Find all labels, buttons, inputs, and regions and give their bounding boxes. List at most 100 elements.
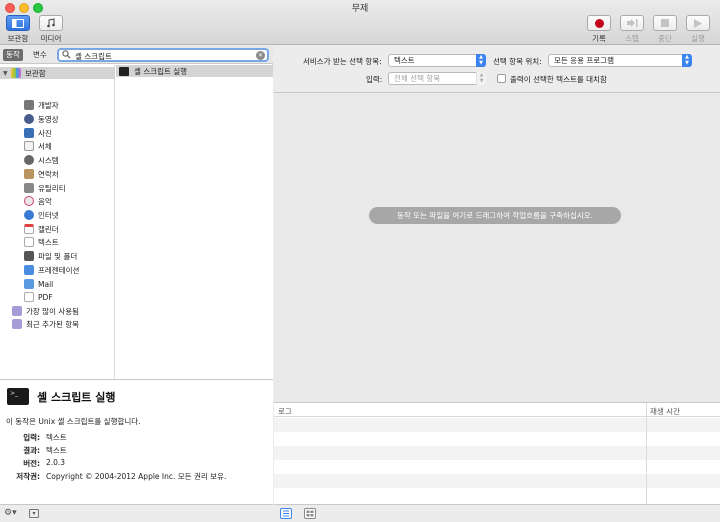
stop-icon — [653, 15, 677, 31]
workflow-area: 서비스가 받는 선택 항목: 텍스트 ▲ ▼ 선택 항목 위치: 모든 응용 프로… — [274, 46, 720, 522]
search-input[interactable]: 셸 스크립트 ✕ — [57, 48, 269, 62]
media-button[interactable]: 미디어 — [33, 15, 69, 44]
sidebar-item-label: 사진 — [38, 128, 52, 138]
action-description: >_ 셸 스크립트 실행 이 동작은 Unix 셸 스크립트를 실행합니다. 입… — [0, 379, 273, 504]
sidebar-item-utilities[interactable]: 유틸리티 — [24, 182, 66, 194]
sidebar-item-developer[interactable]: 개발자 — [24, 99, 59, 111]
workflow-canvas[interactable]: 동작 또는 파일을 여기로 드래그하여 작업흐름을 구축하십시오. — [274, 94, 720, 402]
pdf-icon — [24, 292, 34, 302]
search-value: 셸 스크립트 — [75, 52, 112, 61]
smart-group-label: 최근 추가된 항목 — [26, 319, 80, 329]
step-button[interactable]: 스텝 — [614, 15, 650, 44]
step-label: 스텝 — [625, 34, 639, 43]
terminal-icon: >_ — [7, 388, 29, 405]
service-receives-label: 서비스가 받는 선택 항목: — [303, 57, 382, 66]
description-summary: 이 동작은 Unix 셸 스크립트를 실행합니다. — [6, 417, 141, 426]
run-label: 실행 — [691, 34, 705, 43]
search-bar: 동작 변수 셸 스크립트 ✕ — [0, 46, 273, 64]
sidebar-item-movies[interactable]: 동영상 — [24, 113, 59, 125]
calendar-icon — [24, 224, 34, 234]
input-scope-select[interactable]: 전체 선택 항목 ▲ ▼ — [388, 72, 486, 85]
log-row — [274, 460, 720, 474]
log-header: 로그 재생 시간 — [274, 403, 720, 417]
variables-view-icon[interactable] — [304, 508, 316, 519]
description-result-row: 결과: 텍스트 — [23, 446, 67, 455]
photo-icon — [24, 128, 34, 138]
stop-label: 중단 — [658, 34, 672, 43]
description-toggle-icon[interactable]: ▾ — [29, 509, 39, 518]
window-title: 무제 — [351, 4, 369, 14]
tools-icon — [24, 100, 34, 110]
disclosure-triangle-icon[interactable]: ▼ — [3, 70, 10, 77]
clear-search-icon[interactable]: ✕ — [256, 51, 265, 60]
sidebar-item-contacts[interactable]: 연락처 — [24, 168, 59, 180]
chevron-updown-icon: ▲ ▼ — [476, 54, 486, 67]
media-label: 미디어 — [40, 34, 62, 43]
log-row — [274, 474, 720, 488]
step-icon — [620, 15, 644, 31]
tab-actions[interactable]: 동작 — [3, 49, 23, 61]
smart-group-label: 가장 많이 사용됨 — [26, 306, 80, 316]
log-pane: 로그 재생 시간 — [274, 402, 720, 505]
sidebar-item-label: 캘린더 — [38, 224, 59, 234]
play-icon — [686, 15, 710, 31]
sidebar-item-system[interactable]: 시스템 — [24, 154, 59, 166]
column-divider[interactable] — [646, 403, 647, 505]
library-toggle-button[interactable]: 보관함 — [0, 15, 36, 44]
stop-button[interactable]: 중단 — [647, 15, 683, 44]
log-column-header[interactable]: 로그 — [278, 406, 292, 417]
sidebar-item-text[interactable]: 텍스트 — [24, 236, 59, 248]
gear-menu-icon[interactable]: ⚙▾ — [4, 508, 17, 518]
smart-folder-icon — [12, 306, 22, 316]
input-label: 입력: — [366, 75, 383, 84]
sidebar-item-label: 파일 및 폴더 — [38, 251, 78, 261]
sidebar-item-label: 인터넷 — [38, 210, 59, 220]
sidebar-item-music[interactable]: 음악 — [24, 195, 52, 207]
smart-group-recently-added[interactable]: 최근 추가된 항목 — [12, 318, 79, 330]
sidebar-item-label: Mail — [38, 279, 54, 289]
service-options-bar: 서비스가 받는 선택 항목: 텍스트 ▲ ▼ 선택 항목 위치: 모든 응용 프로… — [274, 46, 720, 93]
sidebar-icon — [6, 15, 30, 31]
log-row — [274, 488, 720, 502]
sidebar-item-label: 프레젠테이션 — [38, 265, 80, 275]
gear-icon — [24, 155, 34, 165]
duration-column-header[interactable]: 재생 시간 — [650, 406, 680, 417]
smart-folder-icon — [12, 319, 22, 329]
smart-group-most-used[interactable]: 가장 많이 사용됨 — [12, 305, 79, 317]
sidebar-item-fonts[interactable]: 서체 — [24, 140, 52, 152]
mail-icon — [24, 279, 34, 289]
log-list-icon[interactable] — [280, 508, 292, 519]
chevron-updown-icon: ▲ ▼ — [476, 72, 486, 85]
sidebar-item-label: 개발자 — [38, 100, 59, 110]
description-header: >_ 셸 스크립트 실행 — [7, 388, 116, 405]
sidebar-item-files-folders[interactable]: 파일 및 폴더 — [24, 250, 77, 262]
library-root-item[interactable]: ▼ 보관함 — [0, 67, 115, 79]
log-row — [274, 432, 720, 446]
description-version-row: 버전: 2.0.3 — [23, 458, 66, 468]
left-bottom-bar: ⚙▾ ▾ — [0, 504, 273, 522]
library-root-label: 보관함 — [25, 68, 46, 78]
action-label: 셸 스크립트 실행 — [134, 66, 188, 76]
music-note-icon — [39, 15, 63, 31]
tab-variables[interactable]: 변수 — [30, 49, 50, 61]
action-run-shell-script[interactable]: 셸 스크립트 실행 — [116, 65, 273, 77]
text-document-icon — [24, 237, 34, 247]
sidebar-item-presentations[interactable]: 프레젠테이션 — [24, 264, 79, 276]
replace-output-checkbox[interactable] — [497, 74, 506, 83]
font-book-icon — [24, 141, 34, 151]
sidebar-item-mail[interactable]: Mail — [24, 278, 53, 290]
sidebar-item-label: 텍스트 — [38, 237, 59, 247]
sidebar-item-calendar[interactable]: 캘린더 — [24, 223, 59, 235]
run-button[interactable]: 실행 — [680, 15, 716, 44]
service-input-type-select[interactable]: 텍스트 ▲ ▼ — [388, 54, 486, 67]
library-label: 보관함 — [7, 34, 29, 43]
utilities-icon — [24, 183, 34, 193]
sidebar-item-internet[interactable]: 인터넷 — [24, 209, 59, 221]
record-button[interactable]: 기록 — [581, 15, 617, 44]
application-select[interactable]: 모든 응용 프로그램 ▲ ▼ — [548, 54, 692, 67]
sidebar-item-photos[interactable]: 사진 — [24, 127, 52, 139]
sidebar-item-pdf[interactable]: PDF — [24, 291, 53, 303]
music-icon — [24, 196, 34, 206]
actions-list: 셸 스크립트 실행 — [116, 65, 273, 379]
location-label: 선택 항목 위치: — [493, 57, 542, 66]
